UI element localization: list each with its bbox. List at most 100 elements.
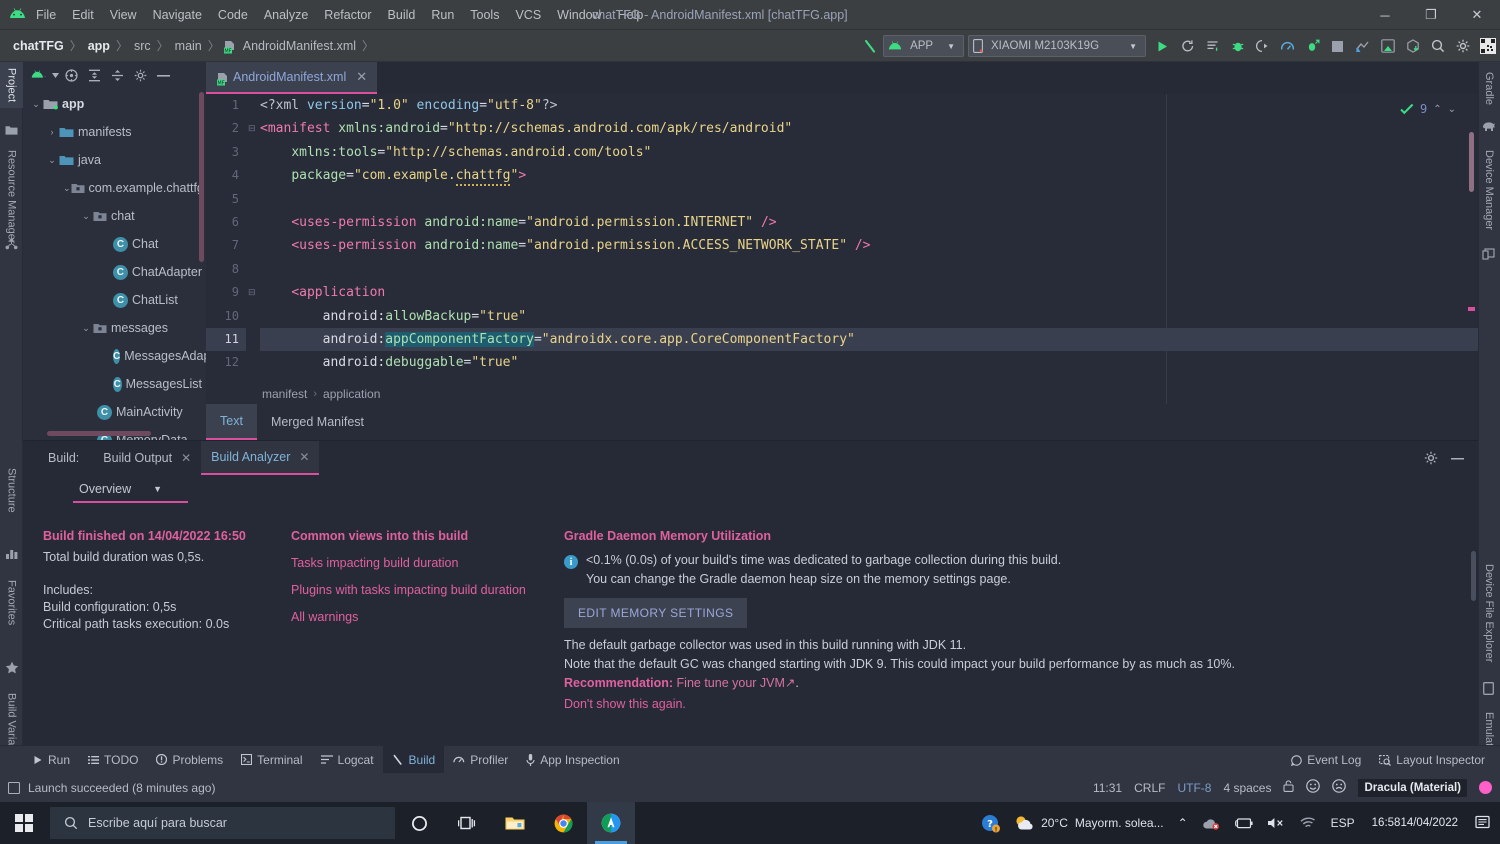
search-icon[interactable] [1425, 33, 1450, 59]
toolwindow-todo[interactable]: TODO [79, 746, 147, 774]
hide-panel-icon[interactable] [152, 64, 175, 86]
chevron-down-icon[interactable]: ⌄ [29, 99, 43, 110]
code-breadcrumb-manifest[interactable]: manifest [262, 387, 307, 401]
chevron-down-icon[interactable]: ⌄ [45, 155, 59, 166]
menu-item-tools[interactable]: Tools [462, 5, 507, 25]
status-message[interactable]: Launch succeeded (8 minutes ago) [28, 781, 215, 795]
code-folding-column[interactable]: ⊟ ⊟ [246, 94, 260, 404]
project-vertical-scrollbar[interactable] [199, 92, 204, 262]
device-manager-toolbar-icon[interactable] [1375, 33, 1400, 59]
chevron-down-icon[interactable]: ⌄ [79, 323, 93, 334]
avd-manager-icon[interactable] [1350, 33, 1375, 59]
sdk-manager-icon[interactable] [1400, 33, 1425, 59]
sidebar-item-favorites[interactable]: Favorites [0, 574, 23, 631]
tree-item-messagesadapter-class[interactable]: C MessagesAdapter [23, 342, 206, 370]
sidebar-item-device-file-explorer[interactable]: Device File Explorer [1478, 558, 1500, 668]
file-explorer-icon[interactable] [491, 802, 539, 844]
toolwindow-logcat[interactable]: Logcat [312, 746, 383, 774]
volume-muted-icon[interactable] [1260, 802, 1292, 844]
code-content[interactable]: <?xml version="1.0" encoding="utf-8"?> <… [260, 94, 1478, 404]
tab-text[interactable]: Text [206, 404, 257, 440]
code-editor[interactable]: 1 2 3 4 5 6 7 8 9 10 11 12 ⊟ ⊟ <?xml ver… [206, 94, 1478, 404]
breadcrumb-app[interactable]: app [85, 37, 113, 55]
chevron-down-icon[interactable] [50, 64, 60, 86]
menu-item-vcs[interactable]: VCS [507, 5, 549, 25]
chevron-down-icon[interactable]: ⌄ [1448, 104, 1456, 115]
menu-item-view[interactable]: View [102, 5, 145, 25]
taskbar-clock[interactable]: 16:58 14/04/2022 [1362, 802, 1468, 844]
profiler-toolbar-icon[interactable] [1275, 33, 1300, 59]
breadcrumb-androidmanifest[interactable]: AndroidManifest.xml [240, 37, 359, 55]
taskbar-search-input[interactable]: Escribe aquí para buscar [50, 807, 395, 839]
menu-item-build[interactable]: Build [380, 5, 424, 25]
toolwindow-problems[interactable]: Problems [147, 746, 232, 774]
breadcrumb-main[interactable]: main [172, 37, 205, 55]
wifi-icon[interactable] [1292, 802, 1324, 844]
scroll-from-source-icon[interactable] [60, 64, 83, 86]
fold-marker-application[interactable]: ⊟ [248, 287, 256, 298]
tab-build-output[interactable]: Build Output ✕ [93, 441, 201, 475]
close-icon[interactable]: ✕ [299, 450, 309, 464]
menu-item-code[interactable]: Code [210, 5, 256, 25]
tree-item-chatadapter-class[interactable]: C ChatAdapter [23, 258, 206, 286]
sidebar-item-structure[interactable]: Structure [0, 462, 23, 519]
android-view-selector-icon[interactable]: … [27, 64, 50, 86]
toolwindow-profiler[interactable]: Profiler [444, 746, 517, 774]
fold-marker-manifest[interactable]: ⊟ [248, 123, 256, 134]
tree-item-mainactivity-class[interactable]: C MainActivity [23, 398, 206, 426]
sidebar-item-gradle[interactable]: Gradle [1478, 66, 1500, 111]
android-studio-icon[interactable] [587, 802, 635, 844]
menu-item-run[interactable]: Run [423, 5, 462, 25]
menu-item-file[interactable]: File [28, 5, 64, 25]
menu-item-refactor[interactable]: Refactor [316, 5, 379, 25]
editor-error-stripe-marker[interactable] [1468, 307, 1475, 311]
tab-build-analyzer[interactable]: Build Analyzer ✕ [201, 441, 320, 475]
apply-code-changes-icon[interactable] [1200, 33, 1225, 59]
chevron-down-icon[interactable]: ⌄ [63, 183, 71, 194]
avatar[interactable] [1475, 33, 1500, 59]
gear-icon[interactable] [129, 64, 152, 86]
tree-item-package-root[interactable]: ⌄ com.example.chattfg [23, 174, 206, 202]
run-configuration-selector[interactable]: APP ▼ [883, 35, 964, 57]
attach-debugger-icon[interactable] [1250, 33, 1275, 59]
close-button[interactable]: ✕ [1454, 0, 1500, 30]
build-panel-scrollbar[interactable] [1471, 551, 1476, 601]
link-plugins-with-tasks[interactable]: Plugins with tasks impacting build durat… [291, 583, 561, 597]
device-selector[interactable]: XIAOMI M2103K19G ▼ [968, 35, 1146, 57]
tree-item-app[interactable]: ⌄ app [23, 90, 206, 118]
theme-color-dot[interactable] [1479, 781, 1492, 794]
editor-tab-androidmanifest[interactable]: MF AndroidManifest.xml ✕ [206, 62, 378, 94]
windows-update-icon[interactable]: ?! [974, 802, 1007, 844]
language-indicator[interactable]: ESP [1324, 802, 1362, 844]
close-icon[interactable]: ✕ [181, 451, 191, 465]
task-view-icon[interactable] [443, 802, 491, 844]
theme-indicator[interactable]: Dracula (Material) [1358, 778, 1467, 797]
toolwindow-terminal[interactable]: Terminal [232, 746, 311, 774]
menu-item-edit[interactable]: Edit [64, 5, 102, 25]
expand-all-icon[interactable] [83, 64, 106, 86]
breadcrumb-src[interactable]: src [131, 37, 154, 55]
editor-vertical-scrollbar[interactable] [1469, 132, 1474, 192]
sidebar-item-project[interactable]: Project [0, 62, 23, 109]
build-hammer-toolbar-icon[interactable] [858, 33, 883, 59]
edit-memory-settings-button[interactable]: EDIT MEMORY SETTINGS [564, 598, 748, 628]
tree-item-chat-class[interactable]: C Chat [23, 230, 206, 258]
stop-button[interactable] [1325, 33, 1350, 59]
inspection-widget[interactable]: 9 ⌃ ⌄ [1400, 102, 1456, 116]
lock-icon[interactable] [1283, 780, 1295, 795]
menu-item-navigate[interactable]: Navigate [145, 5, 210, 25]
weather-widget[interactable]: 20°C Mayorm. solea... [1007, 802, 1171, 844]
tree-item-chat-package[interactable]: ⌄ chat [23, 202, 206, 230]
close-icon[interactable]: ✕ [356, 69, 367, 85]
build-analyzer-view-selector[interactable]: Overview ▼ [73, 479, 188, 503]
minimize-button[interactable]: ─ [1362, 0, 1408, 30]
tree-item-java[interactable]: ⌄ java [23, 146, 206, 174]
happy-face-icon[interactable] [1306, 779, 1321, 796]
maximize-button[interactable]: ❐ [1408, 0, 1454, 30]
sad-face-icon[interactable] [1332, 779, 1347, 796]
tab-merged-manifest[interactable]: Merged Manifest [257, 404, 378, 440]
cortana-icon[interactable] [395, 802, 443, 844]
project-horizontal-scrollbar[interactable] [47, 431, 151, 436]
chevron-up-icon[interactable]: ⌃ [1433, 104, 1441, 115]
chevron-down-icon[interactable]: ⌄ [79, 211, 93, 222]
